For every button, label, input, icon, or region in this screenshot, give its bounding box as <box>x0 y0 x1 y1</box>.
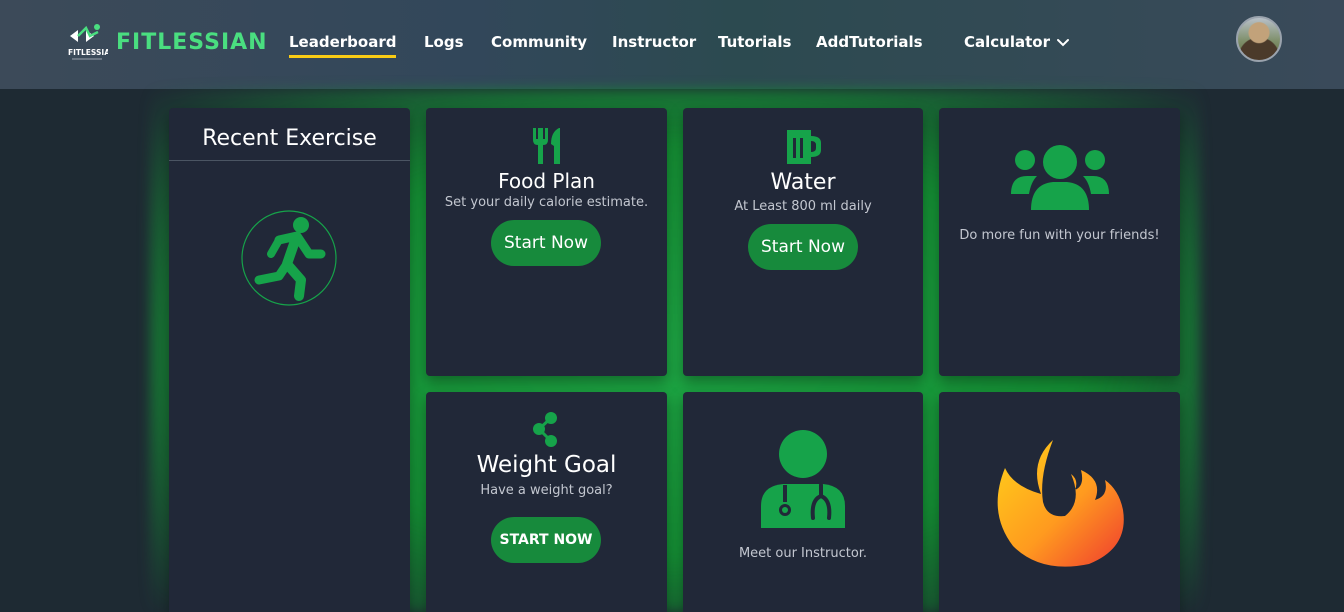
water-start-button[interactable]: Start Now <box>748 224 858 270</box>
water-title: Water <box>770 170 836 195</box>
logo-icon: FITLESSIAN <box>68 22 108 62</box>
water-card: Water At Least 800 ml daily Start Now <box>683 108 923 376</box>
top-navbar: FITLESSIAN FITLESSIAN Leaderboard Logs C… <box>0 0 1344 89</box>
share-nodes-icon <box>533 412 557 447</box>
weight-goal-card: Weight Goal Have a weight goal? START NO… <box>426 392 667 612</box>
mug-icon <box>787 130 821 164</box>
fire-card <box>939 392 1180 612</box>
food-plan-card: Food Plan Set your daily calorie estimat… <box>426 108 667 376</box>
utensils-icon <box>533 128 560 164</box>
running-person-icon <box>241 210 337 306</box>
weight-goal-subtitle: Have a weight goal? <box>480 483 613 498</box>
friends-card: Do more fun with your friends! <box>939 108 1180 376</box>
water-subtitle: At Least 800 ml daily <box>734 199 872 214</box>
food-plan-title: Food Plan <box>498 169 595 193</box>
brand[interactable]: FITLESSIAN FITLESSIAN <box>68 22 268 62</box>
food-plan-start-button[interactable]: Start Now <box>491 220 601 266</box>
food-plan-subtitle: Set your daily calorie estimate. <box>444 195 649 210</box>
users-icon <box>1011 145 1109 210</box>
doctor-icon <box>761 430 845 528</box>
friends-subtitle: Do more fun with your friends! <box>959 228 1160 243</box>
chevron-down-icon[interactable] <box>1055 34 1071 50</box>
instructor-card: Meet our Instructor. <box>683 392 923 612</box>
weight-goal-start-button[interactable]: START NOW <box>491 517 601 563</box>
nav-tutorials[interactable]: Tutorials <box>718 33 791 51</box>
nav-logs[interactable]: Logs <box>424 33 464 51</box>
brand-name: FITLESSIAN <box>116 29 268 55</box>
weight-goal-title: Weight Goal <box>476 452 617 478</box>
instructor-subtitle: Meet our Instructor. <box>738 546 868 561</box>
nav-calculator[interactable]: Calculator <box>964 33 1050 51</box>
nav-instructor[interactable]: Instructor <box>612 33 696 51</box>
avatar[interactable] <box>1236 16 1282 62</box>
nav-addtutorials[interactable]: AddTutorials <box>816 33 923 51</box>
nav-leaderboard[interactable]: Leaderboard <box>289 33 397 58</box>
divider <box>169 160 410 161</box>
recent-exercise-card: Recent Exercise <box>169 108 410 612</box>
nav-community[interactable]: Community <box>491 33 587 51</box>
logo-text: FITLESSIAN <box>68 48 108 57</box>
recent-exercise-title: Recent Exercise <box>202 126 377 151</box>
fire-icon <box>997 440 1124 567</box>
